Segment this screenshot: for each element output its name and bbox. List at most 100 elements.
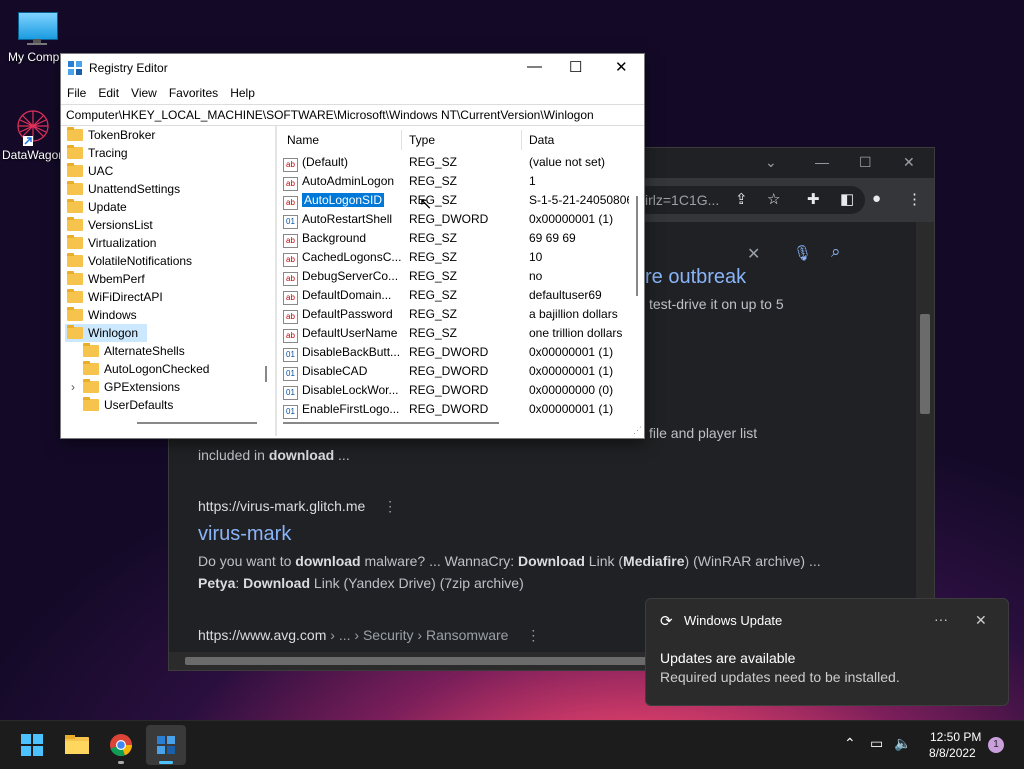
value-row[interactable]: ab CachedLogonsC... REG_SZ 10 (279, 248, 628, 267)
regedit-titlebar[interactable]: Registry Editor — ☐ ✕ (61, 54, 644, 84)
value-data: 1 (529, 174, 536, 188)
value-row[interactable]: 01 EnableFirstLogo... REG_DWORD 0x00000001 … (279, 400, 628, 419)
clock-date[interactable]: 8/8/2022 (929, 746, 976, 760)
value-row[interactable]: 01 DisableLockWor... REG_DWORD 0x00000000 (… (279, 381, 628, 400)
tree-item-versionslist[interactable]: VersionsList (67, 216, 153, 234)
start-button[interactable] (12, 725, 52, 765)
search-icon[interactable]: ⌕ (831, 242, 841, 262)
tree-item-virtualization[interactable]: Virtualization (67, 234, 156, 252)
minimize-button[interactable]: — (815, 154, 829, 170)
tree-item-autologonchecked[interactable]: AutoLogonChecked (83, 360, 209, 378)
menu-help[interactable]: Help (224, 84, 261, 102)
tree-item-volatilenotifications[interactable]: VolatileNotifications (67, 252, 192, 270)
folder-icon (67, 145, 83, 159)
tree-item-alternateshells[interactable]: AlternateShells (83, 342, 185, 360)
chevron-right-icon[interactable]: › (71, 378, 83, 396)
notification-toast[interactable]: ⟳ Windows Update ··· ✕ Updates are avail… (645, 598, 1009, 706)
clock-time[interactable]: 12:50 PM (930, 730, 981, 744)
desktop-icon-label: DataWagon (2, 148, 64, 162)
registry-editor-window[interactable]: Registry Editor — ☐ ✕ File Edit View Favori… (60, 53, 645, 439)
tree-vertical-scrollbar[interactable] (265, 366, 267, 382)
result-2-url[interactable]: https://virus-mark.glitch.me ⋮ (198, 498, 397, 515)
value-row[interactable]: 01 DisableCAD REG_DWORD 0x00000001 (1) (279, 362, 628, 381)
file-explorer-button[interactable] (57, 725, 97, 765)
maximize-button[interactable]: ☐ (859, 154, 872, 171)
column-header-name[interactable]: Name (287, 130, 319, 150)
tree-item-update[interactable]: Update (67, 198, 127, 216)
chevron-up-icon[interactable]: ⌃ (844, 735, 856, 752)
value-row-selected[interactable]: ab AutoLogonSID REG_SZ S-1-5-21-24050806 (279, 191, 629, 210)
key-tree[interactable]: TokenBroker Tracing UAC UnattendSettings… (61, 126, 277, 436)
notification-badge[interactable]: 1 (988, 737, 1004, 753)
values-list[interactable]: Name Type Data ab (Default) REG_SZ (value n… (279, 126, 644, 436)
tree-horizontal-scrollbar[interactable] (137, 422, 257, 424)
tree-item-tracing[interactable]: Tracing (67, 144, 128, 162)
close-button[interactable]: ✕ (615, 58, 628, 76)
side-panel-icon[interactable]: ◧ (840, 190, 854, 208)
string-value-icon: ab (283, 253, 298, 267)
resize-grip-icon[interactable]: ⋰ (633, 425, 642, 436)
bookmark-star-icon[interactable]: ☆ (767, 190, 780, 208)
tree-item-wbemperf[interactable]: WbemPerf (67, 270, 145, 288)
column-header-type[interactable]: Type (409, 130, 435, 150)
value-row[interactable]: ab (Default) REG_SZ (value not set) (279, 153, 628, 172)
tab-search-icon[interactable]: ⌄ (765, 154, 777, 171)
more-options-icon[interactable]: ⋮ (526, 627, 540, 643)
address-bar[interactable]: Computer\HKEY_LOCAL_MACHINE\SOFTWARE\Mic… (61, 104, 644, 126)
result-2-title[interactable]: virus-mark (198, 523, 291, 546)
share-icon[interactable]: ⇪ (735, 190, 748, 208)
value-row[interactable]: ab DefaultPassword REG_SZ a bajillion dolla… (279, 305, 628, 324)
more-options-icon[interactable]: ⋮ (383, 498, 397, 514)
value-data: 0x00000001 (1) (529, 364, 614, 378)
tree-item-winlogon[interactable]: Winlogon (65, 324, 147, 342)
clear-search-icon[interactable]: ✕ (747, 244, 760, 264)
tree-item-unattendsettings[interactable]: UnattendSettings (67, 180, 180, 198)
menu-favorites[interactable]: Favorites (163, 84, 224, 102)
network-icon[interactable]: ▭ (870, 735, 883, 752)
tree-item-wifidirectapi[interactable]: WiFiDirectAPI (67, 288, 163, 306)
menu-file[interactable]: File (61, 84, 92, 102)
value-data: one trillion dollars (529, 326, 623, 340)
value-row[interactable]: ab DefaultUserName REG_SZ one trillion doll… (279, 324, 628, 343)
maximize-button[interactable]: ☐ (569, 58, 582, 76)
chrome-taskbar-button[interactable] (101, 725, 141, 765)
value-type: REG_DWORD (409, 345, 489, 359)
menu-view[interactable]: View (125, 84, 163, 102)
value-row[interactable]: ab DefaultDomain... REG_SZ defaultuser69 (279, 286, 628, 305)
profile-icon[interactable]: ● (872, 190, 881, 207)
list-horizontal-scrollbar[interactable] (283, 422, 499, 424)
column-header-data[interactable]: Data (529, 130, 554, 150)
close-button[interactable]: ✕ (903, 154, 915, 171)
voice-search-icon[interactable]: 🎙 (793, 244, 812, 262)
menu-kebab-icon[interactable]: ⋮ (907, 190, 922, 208)
tree-item-uac[interactable]: UAC (67, 162, 113, 180)
column-divider[interactable] (401, 130, 402, 150)
desktop-icon-my-computer[interactable]: My Compu (6, 10, 68, 64)
minimize-button[interactable]: — (527, 58, 542, 75)
value-row[interactable]: ab Background REG_SZ 69 69 69 (279, 229, 628, 248)
value-row[interactable]: 01 DisableBackButt... REG_DWORD 0x00000001 … (279, 343, 628, 362)
tree-item-windows[interactable]: Windows (67, 306, 137, 324)
tree-item-tokenbroker[interactable]: TokenBroker (67, 126, 155, 144)
volume-icon[interactable]: 🔈 (894, 735, 911, 752)
tree-item-userdefaults[interactable]: UserDefaults (83, 396, 173, 414)
more-options-icon[interactable]: ··· (934, 611, 948, 627)
close-icon[interactable]: ✕ (975, 612, 987, 629)
column-divider[interactable] (521, 130, 522, 150)
extensions-icon[interactable]: ✚ (807, 190, 820, 208)
list-vertical-scrollbar[interactable] (636, 196, 638, 296)
menu-edit[interactable]: Edit (92, 84, 125, 102)
value-row[interactable]: 01 AutoRestartShell REG_DWORD 0x00000001 (1… (279, 210, 628, 229)
regedit-taskbar-button[interactable] (146, 725, 186, 765)
vertical-scrollbar[interactable] (916, 222, 934, 652)
scroll-thumb[interactable] (920, 314, 930, 414)
value-row[interactable]: ab AutoAdminLogon REG_SZ 1 (279, 172, 628, 191)
value-row[interactable]: ab DebugServerCo... REG_SZ no (279, 267, 628, 286)
scroll-thumb[interactable] (185, 657, 655, 665)
tree-item-gpextensions[interactable]: › GPExtensions (71, 378, 180, 396)
result-3-url[interactable]: https://www.avg.com › ... › Security › R… (198, 627, 540, 644)
registry-editor-icon (157, 736, 175, 754)
result-1-title-fragment[interactable]: re outbreak (645, 266, 746, 289)
desktop-icon-datawagon[interactable]: DataWagon (2, 104, 64, 162)
value-name: DisableLockWor... (302, 383, 399, 397)
